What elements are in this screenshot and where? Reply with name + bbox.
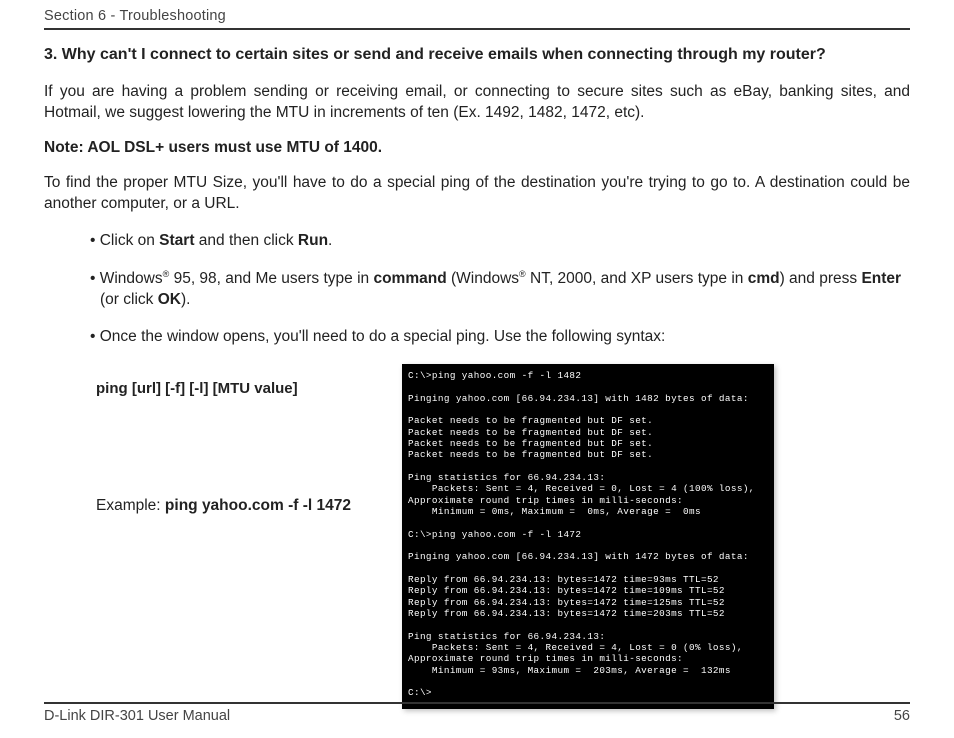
bullet-2: Windows ® 95, 98, and Me users type in co… bbox=[90, 268, 910, 311]
bold: Enter bbox=[861, 270, 901, 287]
text: ). bbox=[181, 291, 190, 308]
intro-paragraph: If you are having a problem sending or r… bbox=[44, 82, 910, 124]
terminal-output: C:\>ping yahoo.com -f -l 1482 Pinging ya… bbox=[402, 364, 774, 709]
bullet-list: Click on Start and then click Run. Windo… bbox=[90, 231, 910, 348]
ping-syntax: ping [url] [-f] [-l] [MTU value] bbox=[96, 380, 402, 397]
section-header: Section 6 - Troubleshooting bbox=[44, 8, 910, 28]
divider-bottom bbox=[44, 702, 910, 704]
bold: Start bbox=[159, 232, 194, 249]
note-line: Note: AOL DSL+ users must use MTU of 140… bbox=[44, 139, 910, 157]
footer-title: D-Link DIR-301 User Manual bbox=[44, 708, 230, 724]
text: NT, 2000, and XP users type in bbox=[526, 270, 748, 287]
example-label: Example: bbox=[96, 497, 165, 514]
bold: OK bbox=[158, 291, 181, 308]
text: Click on bbox=[100, 232, 159, 249]
text: (or click bbox=[100, 291, 158, 308]
text: . bbox=[328, 232, 332, 249]
faq-question: 3. Why can't I connect to certain sites … bbox=[44, 44, 910, 66]
text: and then click bbox=[195, 232, 298, 249]
text: Windows bbox=[100, 270, 163, 287]
divider-top bbox=[44, 28, 910, 30]
ping-example: Example: ping yahoo.com -f -l 1472 bbox=[96, 497, 402, 515]
mtu-paragraph: To find the proper MTU Size, you'll have… bbox=[44, 173, 910, 215]
example-command: ping yahoo.com -f -l 1472 bbox=[165, 497, 351, 514]
page-number: 56 bbox=[894, 708, 910, 724]
registered-icon: ® bbox=[519, 269, 526, 279]
bullet-1: Click on Start and then click Run. bbox=[90, 231, 910, 252]
bullet-3: Once the window opens, you'll need to do… bbox=[90, 327, 910, 348]
bold: Run bbox=[298, 232, 328, 249]
text: ) and press bbox=[780, 270, 862, 287]
bold: cmd bbox=[748, 270, 780, 287]
bold: command bbox=[373, 270, 446, 287]
text: 95, 98, and Me users type in bbox=[169, 270, 373, 287]
text: (Windows bbox=[447, 270, 519, 287]
